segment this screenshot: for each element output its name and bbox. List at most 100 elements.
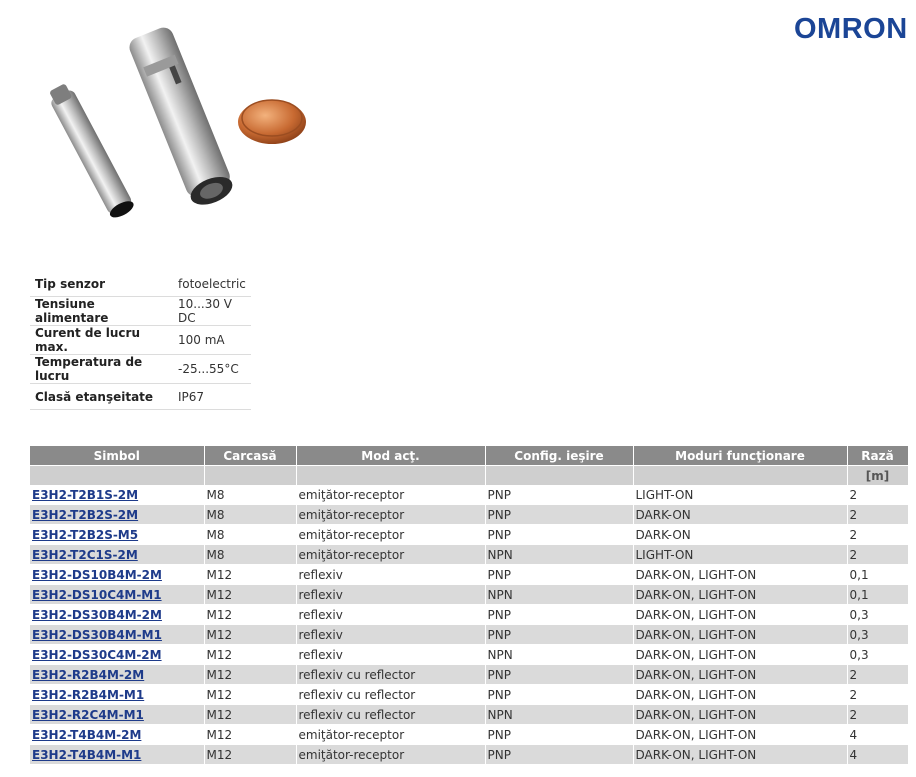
housing-cell: M12: [204, 684, 297, 705]
housing-cell: M12: [204, 624, 297, 645]
mode-cell: reflexiv cu reflector: [296, 704, 486, 725]
spec-value: 10...30 V DC: [173, 296, 251, 326]
output-cell: PNP: [485, 485, 634, 505]
column-header: Moduri funcţionare: [633, 446, 848, 466]
product-link[interactable]: E3H2-T2B2S-M5: [32, 528, 138, 542]
housing-cell: M12: [204, 644, 297, 665]
range-cell: 0,1: [847, 564, 909, 585]
output-cell: NPN: [485, 584, 634, 605]
mode-cell: reflexiv cu reflector: [296, 664, 486, 685]
product-link[interactable]: E3H2-T2B1S-2M: [32, 488, 138, 502]
mode-cell: emiţător-receptor: [296, 544, 486, 565]
product-link[interactable]: E3H2-R2C4M-M1: [32, 708, 144, 722]
output-cell: PNP: [485, 524, 634, 545]
output-cell: PNP: [485, 604, 634, 625]
table-row: E3H2-DS10C4M-M1 M12 reflexiv NPN DARK-ON, LI…: [30, 584, 909, 605]
column-unit: [204, 465, 297, 485]
mode-cell: emiţător-receptor: [296, 524, 486, 545]
output-cell: PNP: [485, 684, 634, 705]
product-link[interactable]: E3H2-R2B4M-2M: [32, 668, 144, 682]
symbol-cell: E3H2-T2B2S-2M: [30, 504, 205, 525]
symbol-cell: E3H2-T2B2S-M5: [30, 524, 205, 545]
output-cell: NPN: [485, 644, 634, 665]
operation-cell: DARK-ON, LIGHT-ON: [633, 724, 848, 745]
column-header: Carcasă: [204, 446, 297, 466]
output-cell: PNP: [485, 624, 634, 645]
product-link[interactable]: E3H2-T2B2S-2M: [32, 508, 138, 522]
housing-cell: M12: [204, 704, 297, 725]
range-cell: 2: [847, 704, 909, 725]
product-link[interactable]: E3H2-T2C1S-2M: [32, 548, 138, 562]
table-row: E3H2-DS30B4M-M1 M12 reflexiv PNP DARK-ON, LI…: [30, 624, 909, 645]
symbol-cell: E3H2-DS30B4M-M1: [30, 624, 205, 645]
operation-cell: DARK-ON: [633, 524, 848, 545]
product-link[interactable]: E3H2-DS30B4M-M1: [32, 628, 162, 642]
output-cell: PNP: [485, 724, 634, 745]
product-photo: [50, 27, 306, 218]
product-link[interactable]: E3H2-T4B4M-M1: [32, 748, 141, 762]
table-row: E3H2-T2B2S-2M M8 emiţător-receptor PNP DARK-…: [30, 504, 909, 525]
product-link[interactable]: E3H2-DS10B4M-2M: [32, 568, 162, 582]
table-row: E3H2-T4B4M-M1 M12 emiţător-receptor PNP DARK…: [30, 744, 909, 765]
spec-row: Temperatura de lucru -25...55°C: [30, 354, 251, 384]
spec-row: Tip senzor fotoelectric: [30, 271, 251, 297]
small-sensor-m8: [50, 84, 134, 218]
symbol-cell: E3H2-T4B4M-M1: [30, 744, 205, 765]
table-header-row: Simbol Carcasă Mod acţ. Config. ieşire Modur…: [30, 446, 909, 466]
range-cell: 4: [847, 744, 909, 765]
symbol-cell: E3H2-DS10C4M-M1: [30, 584, 205, 605]
column-header: Rază: [847, 446, 909, 466]
products-table: Simbol Carcasă Mod acţ. Config. ieşire Modur…: [30, 446, 909, 765]
housing-cell: M12: [204, 664, 297, 685]
range-cell: 0,3: [847, 604, 909, 625]
range-cell: 2: [847, 485, 909, 505]
symbol-cell: E3H2-R2C4M-M1: [30, 704, 205, 725]
output-cell: PNP: [485, 564, 634, 585]
mode-cell: reflexiv: [296, 624, 486, 645]
output-cell: PNP: [485, 744, 634, 765]
symbol-cell: E3H2-T2B1S-2M: [30, 485, 205, 505]
product-link[interactable]: E3H2-DS30C4M-2M: [32, 648, 162, 662]
housing-cell: M12: [204, 564, 297, 585]
coin-illustration: [238, 99, 306, 144]
spec-label: Tip senzor: [30, 271, 173, 297]
mode-cell: reflexiv: [296, 644, 486, 665]
mode-cell: emiţător-receptor: [296, 744, 486, 765]
product-link[interactable]: E3H2-R2B4M-M1: [32, 688, 144, 702]
product-link[interactable]: E3H2-DS10C4M-M1: [32, 588, 162, 602]
column-unit: [485, 465, 634, 485]
symbol-cell: E3H2-DS10B4M-2M: [30, 564, 205, 585]
operation-cell: DARK-ON, LIGHT-ON: [633, 684, 848, 705]
mode-cell: reflexiv: [296, 604, 486, 625]
product-link[interactable]: E3H2-T4B4M-2M: [32, 728, 141, 742]
mode-cell: reflexiv cu reflector: [296, 684, 486, 705]
range-cell: 2: [847, 544, 909, 565]
housing-cell: M12: [204, 584, 297, 605]
range-cell: 4: [847, 724, 909, 745]
operation-cell: LIGHT-ON: [633, 544, 848, 565]
table-row: E3H2-R2C4M-M1 M12 reflexiv cu reflector NPN…: [30, 704, 909, 725]
housing-cell: M8: [204, 524, 297, 545]
symbol-cell: E3H2-T2C1S-2M: [30, 544, 205, 565]
housing-cell: M8: [204, 504, 297, 525]
range-cell: 2: [847, 504, 909, 525]
table-row: E3H2-DS30C4M-2M M12 reflexiv NPN DARK-ON, LI…: [30, 644, 909, 665]
table-row: E3H2-R2B4M-2M M12 reflexiv cu reflector PNP…: [30, 664, 909, 685]
range-cell: 0,3: [847, 624, 909, 645]
column-unit: [633, 465, 848, 485]
column-unit: [30, 465, 205, 485]
symbol-cell: E3H2-DS30C4M-2M: [30, 644, 205, 665]
operation-cell: LIGHT-ON: [633, 485, 848, 505]
symbol-cell: E3H2-DS30B4M-2M: [30, 604, 205, 625]
housing-cell: M12: [204, 744, 297, 765]
table-row: E3H2-T2C1S-2M M8 emiţător-receptor NPN LIGHT…: [30, 544, 909, 565]
mode-cell: emiţător-receptor: [296, 724, 486, 745]
housing-cell: M12: [204, 604, 297, 625]
product-link[interactable]: E3H2-DS30B4M-2M: [32, 608, 162, 622]
symbol-cell: E3H2-R2B4M-2M: [30, 664, 205, 685]
column-header: Config. ieşire: [485, 446, 634, 466]
table-row: E3H2-T4B4M-2M M12 emiţător-receptor PNP DARK…: [30, 724, 909, 745]
operation-cell: DARK-ON, LIGHT-ON: [633, 644, 848, 665]
operation-cell: DARK-ON, LIGHT-ON: [633, 604, 848, 625]
range-cell: 0,3: [847, 644, 909, 665]
